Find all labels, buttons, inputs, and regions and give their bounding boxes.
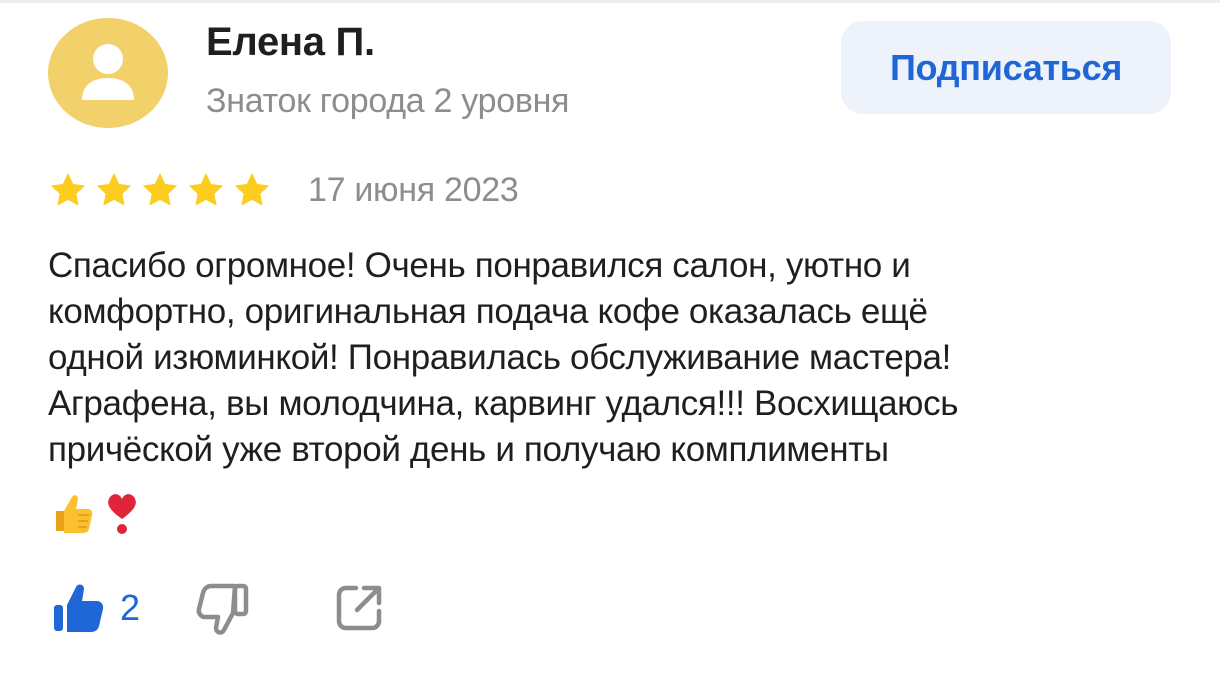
top-divider xyxy=(0,0,1220,3)
thumbs-down-icon xyxy=(196,583,249,635)
dislike-button[interactable] xyxy=(196,581,250,635)
star-rating xyxy=(48,168,272,212)
star-icon xyxy=(140,170,180,210)
star-icon xyxy=(94,170,134,210)
subscribe-button[interactable]: Подписаться xyxy=(841,21,1171,114)
star-icon xyxy=(186,170,226,210)
star-icon xyxy=(48,170,88,210)
author-level: Знаток города 2 уровня xyxy=(206,82,570,120)
review-text: Спасибо огромное! Очень понравился салон… xyxy=(48,243,1188,473)
review-date: 17 июня 2023 xyxy=(308,171,519,209)
avatar[interactable] xyxy=(48,18,168,128)
heart-exclamation-emoji xyxy=(108,494,136,534)
review-text-line: Аграфена, вы молодчина, карвинг удался!!… xyxy=(48,384,959,423)
thumbs-up-icon xyxy=(54,584,104,632)
review-text-line: причёской уже второй день и получаю комп… xyxy=(48,430,889,469)
review-text-line: одной изюминкой! Понравилась обслуживани… xyxy=(48,338,952,377)
star-icon xyxy=(232,170,272,210)
user-silhouette-icon xyxy=(82,44,134,100)
author-name[interactable]: Елена П. xyxy=(206,14,375,70)
share-button[interactable] xyxy=(334,583,384,633)
review-emojis xyxy=(48,488,146,538)
thumbs-up-emoji xyxy=(56,495,93,533)
review-actions: 2 xyxy=(52,578,384,638)
review-text-line: комфортно, оригинальная подача кофе оказ… xyxy=(48,292,928,331)
like-count: 2 xyxy=(120,587,141,628)
like-button[interactable]: 2 xyxy=(52,581,140,635)
share-icon xyxy=(336,585,382,631)
review-text-line: Спасибо огромное! Очень понравился салон… xyxy=(48,246,911,285)
